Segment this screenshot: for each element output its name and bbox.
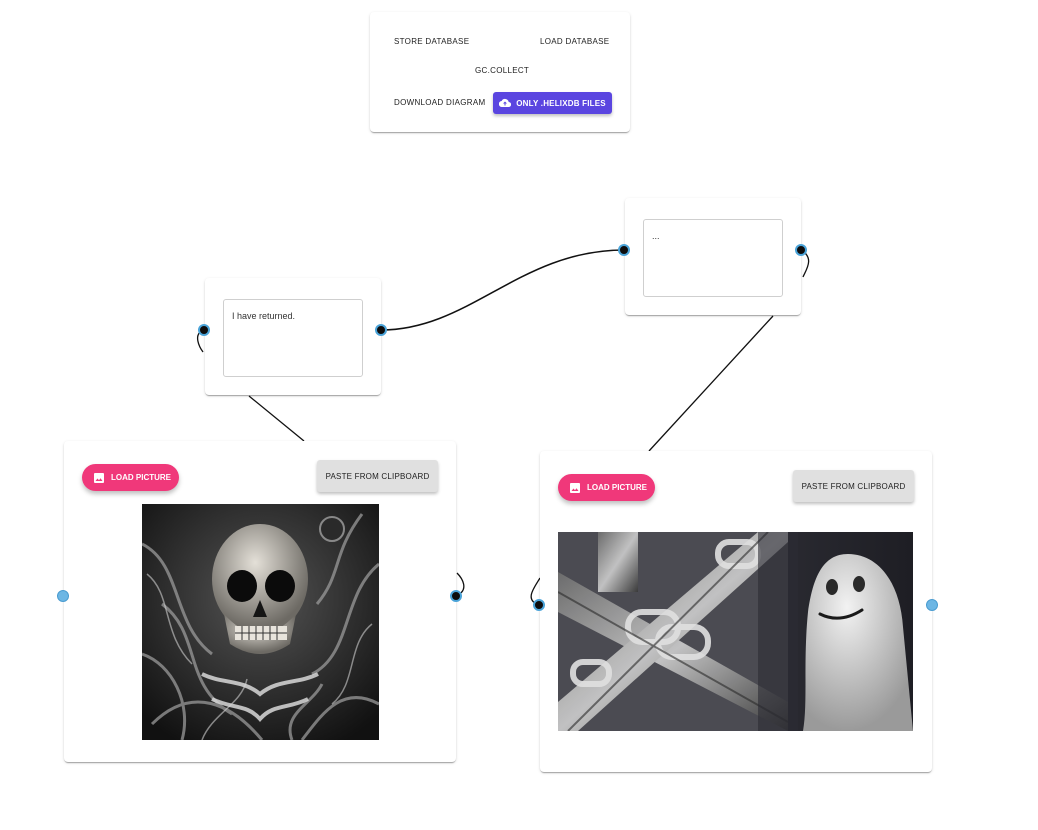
load-picture-button[interactable]: LOAD PICTURE [82, 464, 179, 491]
upload-helixdb-button[interactable]: ONLY .HELIXDB FILES [493, 92, 612, 114]
upload-label: ONLY .HELIXDB FILES [516, 98, 606, 108]
load-picture-label: LOAD PICTURE [587, 483, 647, 492]
cloud-upload-icon [499, 98, 512, 108]
store-database-button[interactable]: STORE DATABASE [394, 37, 469, 46]
gc-collect-button[interactable]: GC.COLLECT [475, 66, 529, 75]
image-icon [570, 482, 580, 493]
text-node-1-output-port[interactable] [375, 324, 387, 336]
text-node-1-textarea[interactable]: I have returned. [223, 299, 363, 377]
load-picture-button[interactable]: LOAD PICTURE [558, 474, 655, 501]
load-database-button[interactable]: LOAD DATABASE [540, 37, 609, 46]
image-icon [94, 472, 104, 483]
ghost-machinery-picture [558, 532, 913, 731]
image-node-2-output-port[interactable] [926, 599, 938, 611]
skull-picture [142, 504, 379, 740]
database-toolbar: STORE DATABASE LOAD DATABASE GC.COLLECT … [370, 12, 630, 132]
text-node-2: ... [625, 198, 801, 315]
text-node-2-output-port[interactable] [795, 244, 807, 256]
image-node-1-input-port[interactable] [57, 590, 69, 602]
text-node-1-input-port[interactable] [198, 324, 210, 336]
text-node-1: I have returned. [205, 278, 381, 395]
image-node-2-input-port[interactable] [533, 599, 545, 611]
paste-from-clipboard-button[interactable]: PASTE FROM CLIPBOARD [317, 460, 438, 492]
text-node-2-input-port[interactable] [618, 244, 630, 256]
text-node-2-textarea[interactable]: ... [643, 219, 783, 297]
image-node-1-output-port[interactable] [450, 590, 462, 602]
image-node-1: LOAD PICTURE PASTE FROM CLIPBOARD [64, 441, 456, 762]
wire-text1-to-image1 [248, 395, 305, 442]
wire-text2-to-image2 [648, 315, 774, 452]
wire-text1-to-text2 [380, 249, 625, 331]
paste-from-clipboard-button[interactable]: PASTE FROM CLIPBOARD [793, 470, 914, 502]
download-diagram-button[interactable]: DOWNLOAD DIAGRAM [394, 98, 485, 107]
load-picture-label: LOAD PICTURE [111, 473, 171, 482]
image-node-2: LOAD PICTURE PASTE FROM CLIPBOARD [540, 451, 932, 772]
